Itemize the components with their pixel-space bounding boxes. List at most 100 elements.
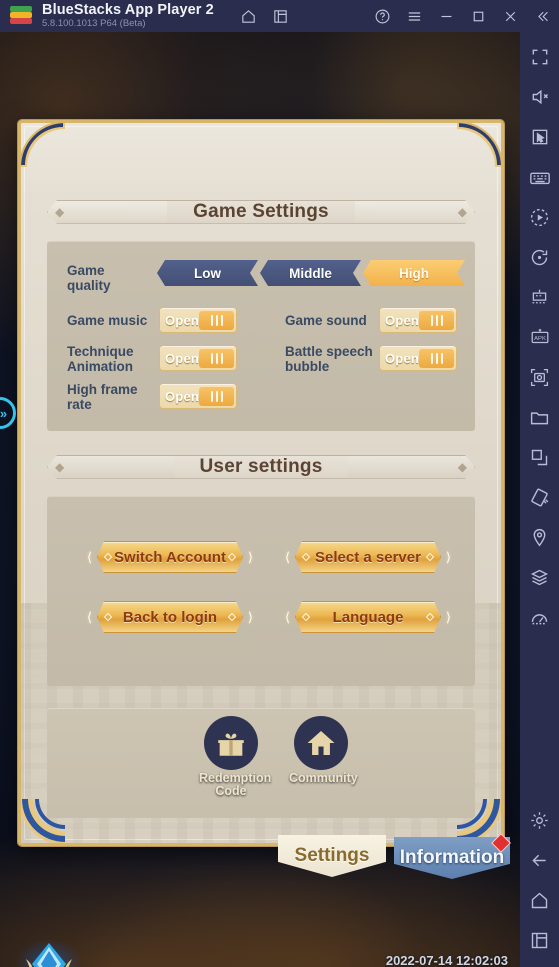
- bluestacks-logo-icon: [10, 6, 32, 26]
- game-sound-toggle-state: Open: [385, 312, 420, 328]
- multi-instance-icon[interactable]: [527, 284, 553, 310]
- recents-icon[interactable]: [527, 927, 553, 953]
- back-to-login-button[interactable]: Back to login: [97, 601, 243, 633]
- switch-account-button-wrap: Switch Account ⟨ ⟩: [87, 541, 253, 573]
- svg-text:APK: APK: [534, 336, 546, 342]
- button-arrow-left: ⟨: [87, 549, 93, 565]
- titlebar-nav-icons: [238, 5, 292, 27]
- gauge-icon[interactable]: [527, 604, 553, 630]
- titlebar-window-controls: [371, 0, 553, 32]
- switch-account-button[interactable]: Switch Account: [97, 541, 243, 573]
- game-diamond-logo-icon: [14, 937, 84, 967]
- button-diamond-right: [228, 613, 236, 621]
- technique-animation-toggle-state: Open: [165, 350, 200, 366]
- select-server-button[interactable]: Select a server: [295, 541, 441, 573]
- macro-play-icon[interactable]: [527, 204, 553, 230]
- keyboard-icon[interactable]: [527, 164, 553, 190]
- fullscreen-icon[interactable]: [527, 44, 553, 70]
- bluestacks-sidebar: APK: [520, 32, 559, 967]
- quality-option-middle[interactable]: Middle: [260, 260, 361, 286]
- game-quality-selector[interactable]: Low Middle High: [157, 260, 465, 286]
- button-diamond-right: [426, 613, 434, 621]
- multi-window-icon[interactable]: [270, 5, 292, 27]
- game-quality-label-text: Game quality: [67, 263, 111, 293]
- app-title: BlueStacks App Player 2: [42, 1, 214, 18]
- game-sound-label: Game sound: [285, 313, 367, 328]
- apk-install-icon[interactable]: APK: [527, 324, 553, 350]
- battle-speech-bubble-label: Battle speech bubble: [285, 344, 373, 374]
- tab-settings-label: Settings: [294, 845, 370, 866]
- button-diamond-left: [302, 553, 310, 561]
- toggle-knob-icon: [199, 310, 234, 330]
- layers-icon[interactable]: [527, 564, 553, 590]
- game-settings-card: Game quality Low Middle High Game music …: [47, 241, 475, 431]
- battle-speech-bubble-toggle-state: Open: [385, 350, 420, 366]
- game-music-label: Game music: [67, 313, 148, 328]
- corner-ornament-top-right: [457, 123, 501, 167]
- technique-animation-toggle[interactable]: Open: [159, 345, 237, 371]
- help-icon[interactable]: [371, 5, 393, 27]
- high-frame-rate-label: High frame rate: [67, 382, 138, 412]
- folder-icon[interactable]: [527, 404, 553, 430]
- titlebar-text: BlueStacks App Player 2 5.8.100.1013 P64…: [42, 1, 214, 29]
- tab-information-label: Information: [399, 847, 505, 868]
- game-quality-label: Game quality: [67, 263, 139, 293]
- rotate-icon[interactable]: [527, 244, 553, 270]
- ornament-right-diamond: ◆: [457, 205, 467, 219]
- language-label: Language: [332, 608, 404, 626]
- corner-ornament-top-left: [21, 123, 65, 167]
- button-arrow-left: ⟨: [285, 609, 291, 625]
- expand-sidebar-label: »: [0, 405, 8, 421]
- shortcuts-card: Redemption Code Community: [47, 708, 475, 818]
- back-to-login-label: Back to login: [122, 608, 218, 626]
- button-diamond-left: [302, 613, 310, 621]
- back-arrow-icon[interactable]: [527, 847, 553, 873]
- tilt-icon[interactable]: [527, 484, 553, 510]
- button-arrow-right: ⟩: [247, 609, 253, 625]
- high-frame-rate-toggle-state: Open: [165, 388, 200, 404]
- mute-icon[interactable]: [527, 84, 553, 110]
- user-settings-title: User settings: [173, 456, 349, 478]
- game-viewport: » ◆ ◆ Game Settings Game quality Low Mid…: [0, 32, 520, 967]
- cursor-icon[interactable]: [527, 124, 553, 150]
- toggle-knob-icon: [199, 348, 234, 368]
- button-diamond-left: [104, 613, 112, 621]
- high-frame-rate-toggle[interactable]: Open: [159, 383, 237, 409]
- quality-option-high[interactable]: High: [363, 260, 465, 286]
- toggle-knob-icon: [199, 386, 234, 406]
- user-settings-header: ◆ ◆ User settings: [47, 450, 475, 484]
- battle-speech-bubble-toggle[interactable]: Open: [379, 345, 457, 371]
- button-arrow-right: ⟩: [445, 609, 451, 625]
- copy-icon[interactable]: [527, 444, 553, 470]
- gear-icon[interactable]: [527, 807, 553, 833]
- close-icon[interactable]: [499, 5, 521, 27]
- community-label: Community: [289, 771, 358, 785]
- gift-icon: [204, 716, 258, 770]
- app-window: BlueStacks App Player 2 5.8.100.1013 P64…: [0, 0, 559, 967]
- switch-account-label: Switch Account: [114, 548, 226, 566]
- minimize-icon[interactable]: [435, 5, 457, 27]
- redemption-code-label: Redemption Code: [199, 771, 272, 798]
- footer-timestamp: 2022-07-14 12:02:03: [385, 953, 508, 967]
- collapse-icon[interactable]: [531, 5, 553, 27]
- redemption-code-button[interactable]: Redemption Code: [199, 716, 272, 798]
- button-arrow-left: ⟨: [87, 609, 93, 625]
- quality-option-low[interactable]: Low: [157, 260, 258, 286]
- game-settings-header: ◆ ◆ Game Settings: [47, 195, 475, 229]
- menu-icon[interactable]: [403, 5, 425, 27]
- screenshot-icon[interactable]: [527, 364, 553, 390]
- language-button[interactable]: Language: [295, 601, 441, 633]
- location-icon[interactable]: [527, 524, 553, 550]
- button-arrow-right: ⟩: [247, 549, 253, 565]
- game-sound-toggle[interactable]: Open: [379, 307, 457, 333]
- expand-sidebar-tab[interactable]: »: [0, 397, 16, 429]
- user-settings-card: Switch Account ⟨ ⟩ Select a server ⟨ ⟩ B…: [47, 496, 475, 686]
- home-icon[interactable]: [238, 5, 260, 27]
- settings-panel: ◆ ◆ Game Settings Game quality Low Middl…: [18, 120, 504, 846]
- maximize-icon[interactable]: [467, 5, 489, 27]
- home-icon[interactable]: [527, 887, 553, 913]
- button-arrow-right: ⟩: [445, 549, 451, 565]
- community-button[interactable]: Community: [289, 716, 358, 785]
- titlebar: BlueStacks App Player 2 5.8.100.1013 P64…: [0, 0, 559, 32]
- game-music-toggle[interactable]: Open: [159, 307, 237, 333]
